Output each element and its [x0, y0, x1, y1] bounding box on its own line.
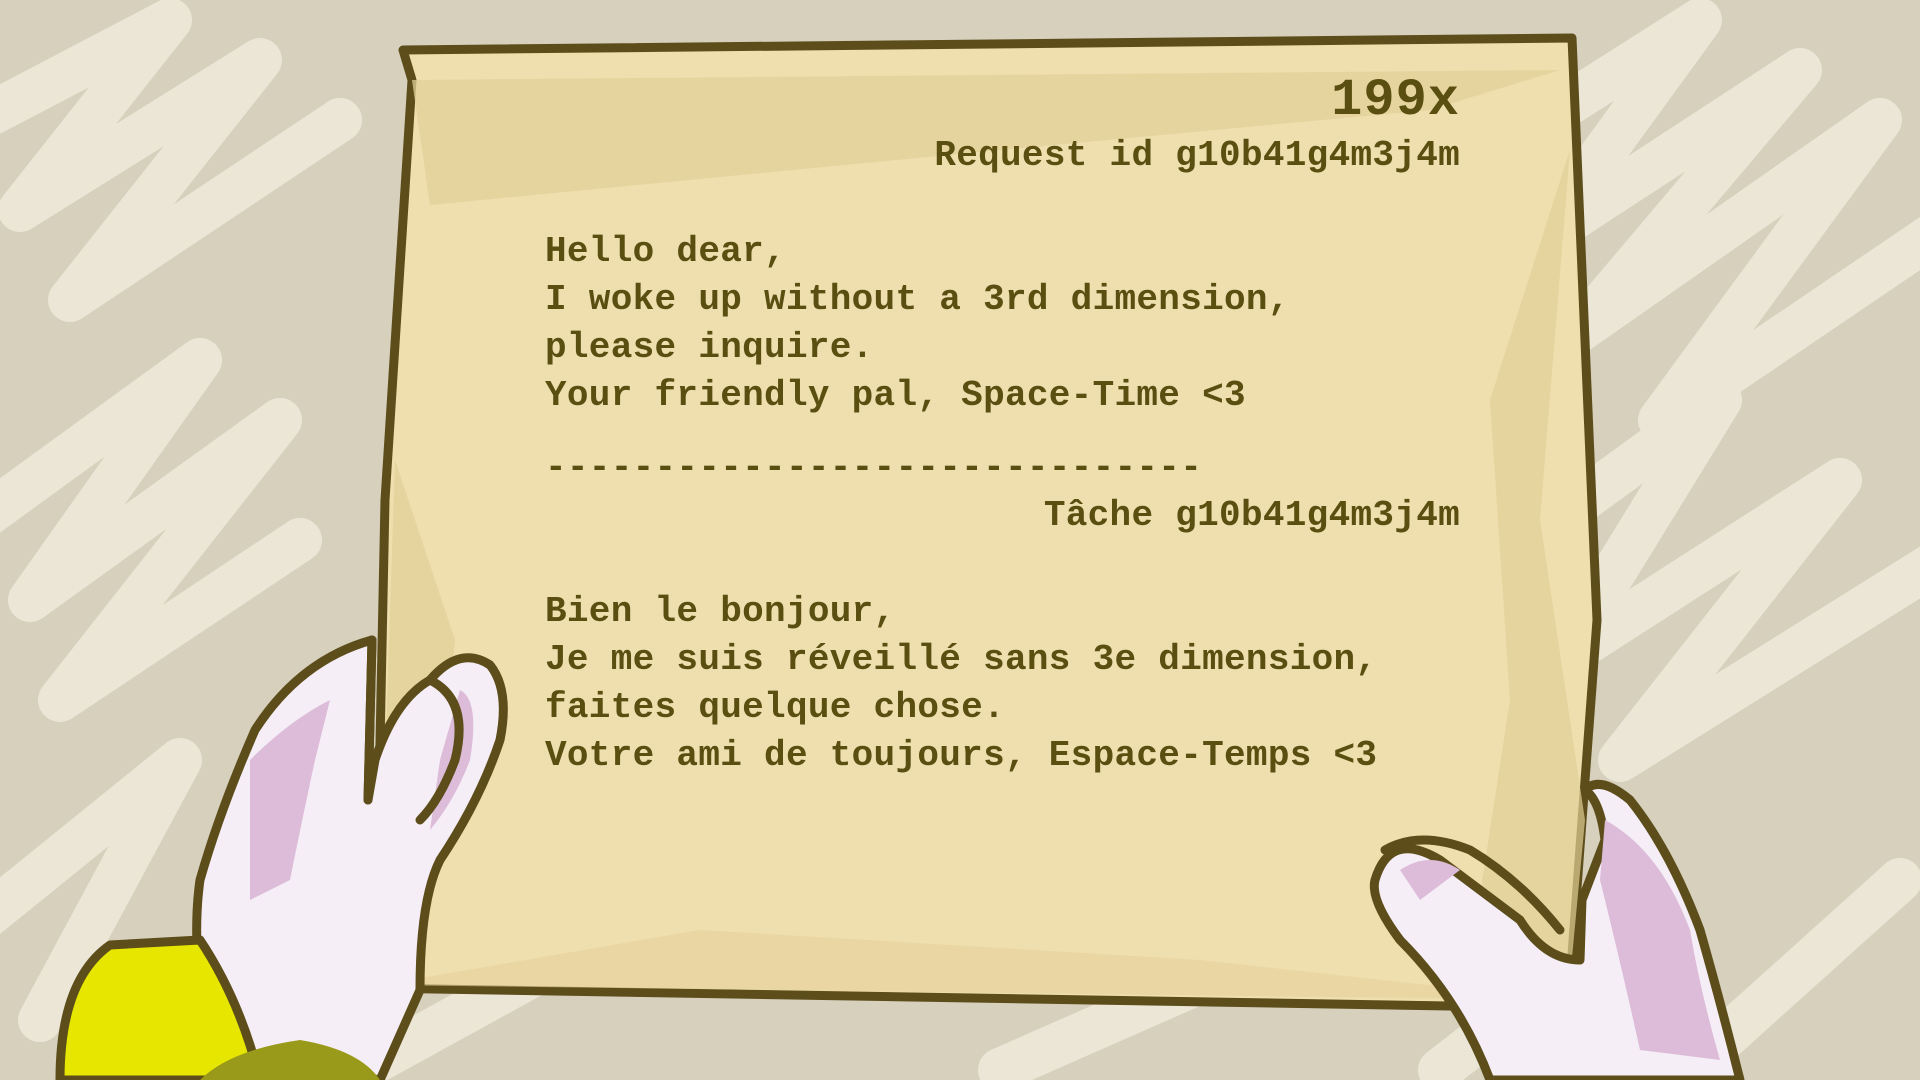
request-id: Request id g10b41g4m3j4m	[934, 135, 1460, 176]
english-line-1: I woke up without a 3rd dimension,	[545, 279, 1290, 320]
english-signoff: Your friendly pal, Space-Time <3	[545, 375, 1246, 416]
english-line-2: please inquire.	[545, 327, 874, 368]
game-scene: 199x Request id g10b41g4m3j4m Hello dear…	[0, 0, 1920, 1080]
french-greeting: Bien le bonjour,	[545, 591, 896, 632]
french-line-2: faites quelque chose.	[545, 687, 1005, 728]
english-greeting: Hello dear,	[545, 231, 786, 272]
french-line-1: Je me suis réveillé sans 3e dimension,	[545, 639, 1378, 680]
letter-text: 199x Request id g10b41g4m3j4m Hello dear…	[545, 70, 1460, 830]
task-id: Tâche g10b41g4m3j4m	[1043, 495, 1460, 536]
french-signoff: Votre ami de toujours, Espace-Temps <3	[545, 735, 1378, 776]
count-label: 199x	[1331, 71, 1460, 130]
divider-line: ------------------------------	[545, 447, 1203, 488]
